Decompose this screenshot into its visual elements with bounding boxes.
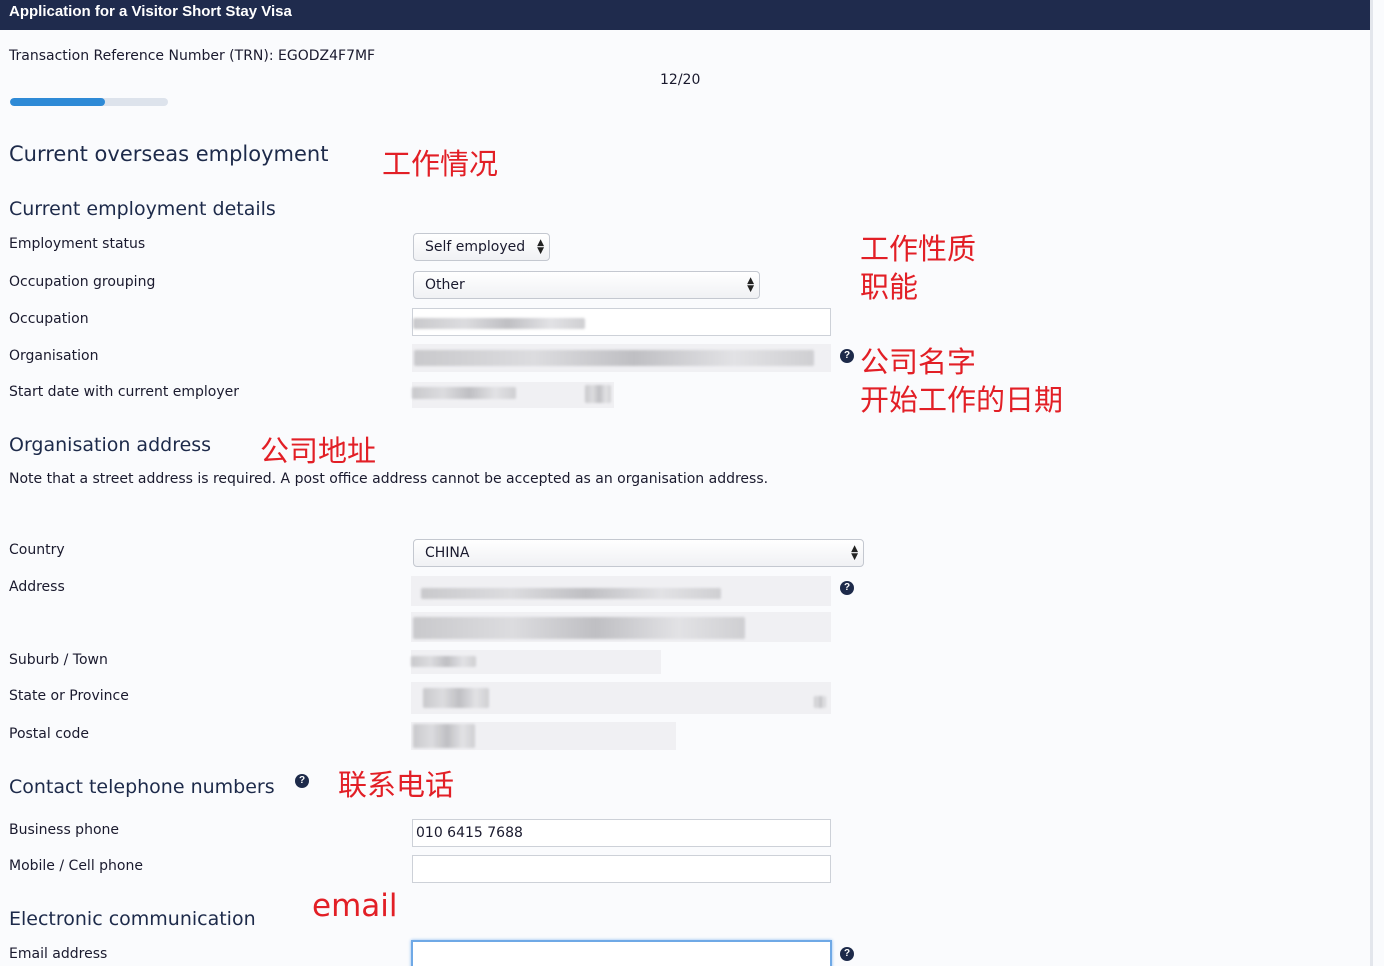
annotation-start-date: 开始工作的日期 <box>860 383 1064 417</box>
postal-code-input[interactable] <box>411 722 676 750</box>
country-value: CHINA <box>425 545 470 561</box>
organisation-label: Organisation <box>9 348 99 364</box>
progress-bar-fill <box>10 98 105 106</box>
address-line-1-input[interactable] <box>411 576 831 606</box>
redacted-value <box>414 350 814 366</box>
redacted-value <box>413 617 745 639</box>
window-edge <box>1370 0 1373 966</box>
email-label: Email address <box>9 946 108 962</box>
org-address-note: Note that a street address is required. … <box>9 471 769 487</box>
employment-status-label: Employment status <box>9 236 146 252</box>
annotation-company-address: 公司地址 <box>260 434 377 468</box>
annotation-contact-phone: 联系电话 <box>338 768 455 802</box>
occupation-input[interactable] <box>412 308 831 336</box>
occupation-grouping-label: Occupation grouping <box>9 274 156 290</box>
postal-code-label: Postal code <box>9 726 89 742</box>
occupation-label: Occupation <box>9 311 89 327</box>
calendar-icon <box>585 385 611 403</box>
employment-details-subtitle: Current employment details <box>9 198 276 220</box>
address-label: Address <box>9 579 65 595</box>
electronic-section-title: Electronic communication <box>9 908 256 930</box>
mobile-phone-label: Mobile / Cell phone <box>9 858 143 874</box>
page-counter: 12/20 <box>660 72 701 88</box>
select-arrows-icon: ▲ ▼ <box>537 238 544 256</box>
progress-bar <box>10 98 168 106</box>
transaction-reference: Transaction Reference Number (TRN): EGOD… <box>9 48 376 64</box>
redacted-value <box>814 696 826 708</box>
organisation-help-icon[interactable]: ? <box>840 349 854 363</box>
redacted-value <box>412 387 516 399</box>
redacted-value <box>413 318 585 329</box>
visa-application-page: Application for a Visitor Short Stay Vis… <box>0 0 1384 966</box>
annotation-work-nature: 工作性质 <box>860 232 977 266</box>
email-input[interactable] <box>411 940 832 966</box>
address-help-icon[interactable]: ? <box>840 581 854 595</box>
employment-status-value: Self employed <box>425 239 526 255</box>
page-header: Application for a Visitor Short Stay Vis… <box>0 0 1371 30</box>
business-phone-label: Business phone <box>9 822 119 838</box>
country-label: Country <box>9 542 65 558</box>
contact-section-title: Contact telephone numbers <box>9 776 275 798</box>
state-label: State or Province <box>9 688 129 704</box>
start-date-input[interactable] <box>412 382 614 408</box>
suburb-label: Suburb / Town <box>9 652 108 668</box>
annotation-employment: 工作情况 <box>382 147 499 181</box>
email-help-icon[interactable]: ? <box>840 947 854 961</box>
employment-section-title: Current overseas employment <box>9 142 329 166</box>
occupation-grouping-value: Other <box>425 277 465 293</box>
annotation-company-name: 公司名字 <box>860 345 977 379</box>
occupation-grouping-select[interactable]: Other ▲ ▼ <box>413 271 760 299</box>
select-arrows-icon: ▲ ▼ <box>747 276 754 294</box>
address-line-2-input[interactable] <box>411 612 831 642</box>
org-address-section-title: Organisation address <box>9 434 212 456</box>
business-phone-value: 010 6415 7688 <box>416 825 523 841</box>
redacted-value <box>413 724 475 748</box>
select-arrows-icon: ▲ ▼ <box>851 544 858 562</box>
suburb-input[interactable] <box>411 650 661 674</box>
employment-status-select[interactable]: Self employed ▲ ▼ <box>413 233 550 261</box>
contact-help-icon[interactable]: ? <box>295 774 309 788</box>
redacted-value <box>423 688 489 708</box>
organisation-input[interactable] <box>412 344 831 372</box>
country-select[interactable]: CHINA ▲ ▼ <box>413 539 864 567</box>
start-date-label: Start date with current employer <box>9 384 240 400</box>
business-phone-input[interactable]: 010 6415 7688 <box>412 819 831 847</box>
annotation-email: email <box>312 888 398 924</box>
annotation-function: 职能 <box>860 270 919 304</box>
redacted-value <box>421 588 721 599</box>
mobile-phone-input[interactable] <box>412 855 831 883</box>
header-title: Application for a Visitor Short Stay Vis… <box>9 3 292 20</box>
state-input[interactable] <box>411 682 831 714</box>
redacted-value <box>411 656 476 667</box>
